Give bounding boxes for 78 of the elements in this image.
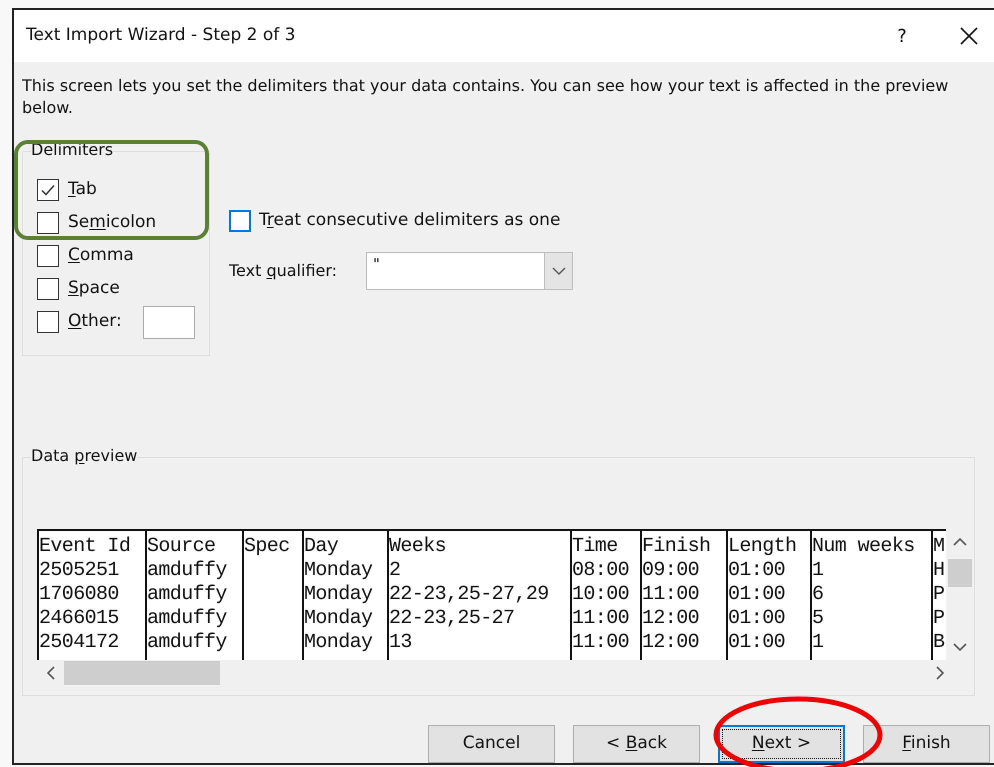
text-qualifier-label: Text qualifier:	[229, 260, 338, 282]
scroll-right-icon[interactable]	[935, 666, 945, 680]
table-cell: Monday	[304, 607, 372, 630]
table-cell: P	[933, 607, 944, 630]
table-cell: 5	[812, 607, 824, 630]
table-cell: Monday	[304, 559, 372, 582]
checkbox-label[interactable]: Other:	[68, 309, 122, 335]
check-icon	[40, 182, 56, 198]
table-cell: 10:00	[572, 583, 630, 606]
table-cell: B	[933, 631, 944, 654]
column-header: Length	[728, 535, 796, 558]
close-icon	[959, 26, 979, 46]
checkbox[interactable]	[37, 212, 59, 234]
table-cell: Monday	[304, 583, 372, 606]
table-cell: 08:00	[572, 559, 630, 582]
column-header: Event Id	[39, 535, 130, 558]
column-header: Num weeks	[812, 535, 915, 558]
table-cell: 22-23,25-27,29	[389, 583, 549, 606]
table-cell: 01:00	[728, 631, 786, 654]
table-cell: 2505251	[39, 559, 119, 582]
table-cell: amduffy	[147, 631, 227, 654]
table-cell: 12:00	[642, 607, 700, 630]
scroll-up-icon[interactable]	[953, 537, 968, 547]
table-cell: H	[933, 559, 944, 582]
table-cell: 01:00	[728, 583, 786, 606]
group-title: Data preview	[31, 446, 138, 466]
checkbox[interactable]	[37, 278, 59, 300]
checkbox-label[interactable]: Treat consecutive delimiters as one	[259, 208, 560, 234]
table-cell: 1	[812, 559, 824, 582]
table-cell: 01:00	[728, 559, 786, 582]
dialog-button[interactable]: Cancel	[428, 725, 555, 763]
column-header: Weeks	[389, 535, 446, 558]
dialog-button[interactable]: Next >	[718, 725, 845, 763]
column-header: Day	[304, 535, 338, 558]
chevron-down-icon	[552, 266, 566, 276]
table-cell: 1	[812, 631, 824, 654]
scrollbar-thumb[interactable]	[64, 661, 220, 685]
table-cell: 2504172	[39, 631, 119, 654]
table-cell: amduffy	[147, 583, 227, 606]
table-cell: amduffy	[147, 559, 227, 582]
window-title: Text Import Wizard - Step 2 of 3	[26, 24, 296, 48]
table-cell: 22-23,25-27	[389, 607, 514, 630]
description-text: This screen lets you set the delimiters that your data contains. You can see how your text is affected in the preview below.	[21, 75, 950, 119]
table-cell: 13	[389, 631, 412, 654]
column-header: Time	[572, 535, 618, 558]
column-header: Spec	[244, 535, 290, 558]
checkbox-label[interactable]: Comma	[68, 243, 134, 269]
checkbox[interactable]	[37, 179, 59, 201]
table-cell: 09:00	[642, 559, 700, 582]
scroll-left-icon[interactable]	[46, 666, 56, 680]
help-button[interactable]: ?	[882, 16, 922, 56]
column-header: Finish	[642, 535, 710, 558]
table-cell: 6	[812, 583, 824, 606]
dialog-button[interactable]: Finish	[863, 725, 990, 763]
table-cell: 11:00	[572, 631, 630, 654]
column-header: M	[933, 535, 944, 558]
checkbox[interactable]	[229, 210, 251, 232]
checkbox-label[interactable]: Tab	[68, 177, 97, 203]
checkbox[interactable]	[37, 311, 59, 333]
table-cell: 1706080	[39, 583, 119, 606]
checkbox[interactable]	[37, 245, 59, 267]
text-qualifier-dropdown[interactable]: "	[366, 252, 573, 290]
scrollbar-thumb[interactable]	[948, 559, 972, 587]
table-cell: 2466015	[39, 607, 119, 630]
table-cell: amduffy	[147, 607, 227, 630]
table-cell: 2	[389, 559, 400, 582]
table-cell: 11:00	[642, 583, 700, 606]
table-cell: Monday	[304, 631, 372, 654]
dialog-button[interactable]: < Back	[573, 725, 700, 763]
checkbox-label[interactable]: Semicolon	[68, 210, 156, 236]
other-input-field[interactable]	[142, 306, 195, 338]
checkbox-label[interactable]: Space	[68, 276, 120, 302]
table-cell: 11:00	[572, 607, 630, 630]
table-cell: P	[933, 583, 944, 606]
scroll-down-icon[interactable]	[953, 642, 968, 652]
table-cell: 12:00	[642, 631, 700, 654]
table-cell: 01:00	[728, 607, 786, 630]
column-header: Source	[147, 535, 216, 558]
